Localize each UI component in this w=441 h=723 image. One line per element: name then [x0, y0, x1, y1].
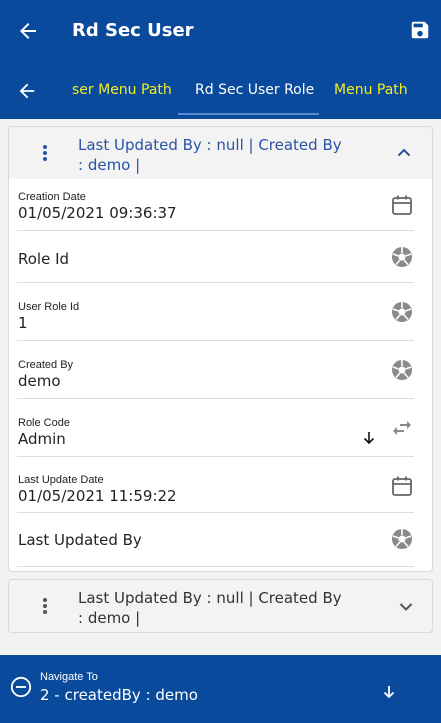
- record-card-collapsed[interactable]: Last Updated By : null | Created By : de…: [8, 579, 433, 633]
- field-last-updated-by[interactable]: Last Updated By: [17, 513, 414, 567]
- field-role-code[interactable]: Role Code Admin: [17, 399, 414, 457]
- navigate-bar[interactable]: Navigate To 2 - createdBy : demo: [0, 655, 441, 723]
- more-vert-icon[interactable]: [42, 145, 48, 165]
- camera-shutter-icon[interactable]: [390, 527, 414, 551]
- back-arrow-icon[interactable]: [16, 19, 40, 43]
- active-tab-indicator: [178, 113, 319, 115]
- save-icon[interactable]: [409, 19, 431, 41]
- field-label: Last Update Date: [18, 474, 104, 486]
- remove-circle-icon[interactable]: [10, 676, 32, 698]
- record-card-header[interactable]: Last Updated By : null | Created By : de…: [9, 127, 432, 179]
- arrow-down-icon[interactable]: [362, 431, 376, 445]
- field-label: Role Id: [18, 250, 70, 268]
- calendar-icon[interactable]: [390, 193, 414, 217]
- field-label: Last Updated By: [18, 531, 142, 549]
- field-label: Creation Date: [18, 191, 86, 203]
- more-vert-icon[interactable]: [42, 598, 48, 618]
- swap-horiz-icon[interactable]: [390, 416, 414, 440]
- field-last-update-date[interactable]: Last Update Date 01/05/2021 11:59:22: [17, 457, 414, 513]
- calendar-icon[interactable]: [390, 474, 414, 498]
- field-creation-date[interactable]: Creation Date 01/05/2021 09:36:37: [17, 179, 414, 231]
- navigate-label: Navigate To: [40, 671, 98, 683]
- field-value: Admin: [18, 430, 66, 448]
- field-value: 01/05/2021 11:59:22: [18, 487, 177, 505]
- record-summary: Last Updated By : null | Created By : de…: [78, 589, 342, 627]
- camera-shutter-icon[interactable]: [390, 300, 414, 324]
- record-summary: Last Updated By : null | Created By : de…: [78, 136, 342, 174]
- camera-shutter-icon[interactable]: [390, 358, 414, 382]
- app-bar: Rd Sec User: [0, 0, 441, 62]
- tab-bar: ser Menu Path Rd Sec User Role Menu Path: [0, 62, 441, 119]
- field-value: 1: [18, 314, 28, 332]
- page-title: Rd Sec User: [72, 20, 194, 41]
- tab-menu-path[interactable]: Menu Path: [334, 82, 408, 98]
- tab-rd-sec-user-role[interactable]: Rd Sec User Role: [195, 82, 314, 98]
- field-label: Role Code: [18, 417, 70, 429]
- navigate-value: 2 - createdBy : demo: [40, 686, 198, 704]
- field-user-role-id[interactable]: User Role Id 1: [17, 283, 414, 341]
- chevron-up-icon[interactable]: [397, 147, 411, 157]
- spacer: [0, 637, 441, 655]
- tab-user-menu-path[interactable]: ser Menu Path: [72, 82, 172, 98]
- field-value: demo: [18, 372, 61, 390]
- field-created-by[interactable]: Created By demo: [17, 341, 414, 399]
- tabs-back-arrow-icon[interactable]: [16, 80, 38, 102]
- camera-shutter-icon[interactable]: [390, 245, 414, 269]
- arrow-down-icon[interactable]: [382, 685, 396, 699]
- record-card-expanded: Last Updated By : null | Created By : de…: [8, 126, 433, 572]
- chevron-down-icon[interactable]: [399, 602, 413, 612]
- field-role-id[interactable]: Role Id: [17, 231, 414, 283]
- field-value: 01/05/2021 09:36:37: [18, 204, 177, 222]
- field-label: User Role Id: [18, 301, 80, 313]
- field-label: Created By: [18, 359, 74, 371]
